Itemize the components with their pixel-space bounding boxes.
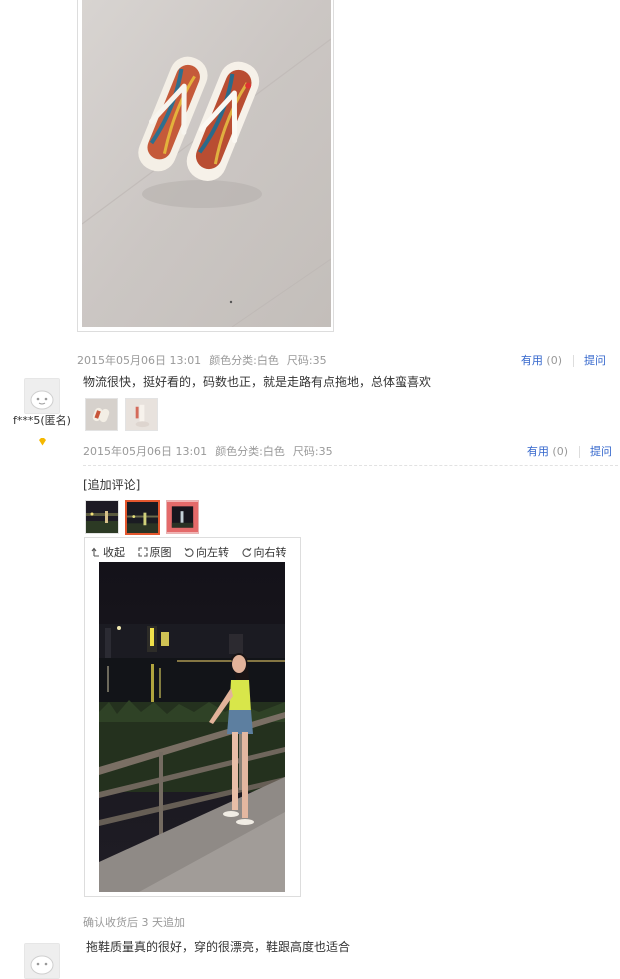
rotate-left-label: 向左转	[196, 546, 229, 559]
avatar[interactable]	[24, 378, 60, 414]
review-actions: 有用 (0) 提问	[527, 443, 612, 459]
separator	[578, 446, 580, 458]
useful-button[interactable]: 有用	[527, 445, 549, 458]
rotate-left-icon	[184, 547, 194, 557]
review-thumbnail[interactable]	[125, 398, 158, 431]
review-actions: 有用 (0) 提问	[521, 352, 606, 368]
followup-thumbnail[interactable]	[166, 500, 199, 534]
followup-thumbnail-selected[interactable]	[125, 500, 160, 535]
divider	[83, 465, 618, 466]
useful-count: (0)	[552, 445, 568, 458]
ask-button[interactable]: 提问	[590, 445, 612, 458]
ask-button[interactable]: 提问	[584, 354, 606, 367]
followup-photo[interactable]	[99, 562, 285, 892]
review-text: 物流很快，挺好看的，码数也正，就是走路有点拖地，总体蛮喜欢	[83, 375, 432, 389]
username[interactable]: f***5(匿名)	[13, 412, 71, 428]
review-color: 颜色分类:白色	[215, 445, 285, 458]
original-image-button[interactable]: 原图	[137, 544, 172, 560]
default-avatar-icon	[25, 379, 59, 413]
avatar[interactable]	[24, 943, 60, 979]
review-color: 颜色分类:白色	[209, 354, 279, 367]
image-viewer: 收起 原图 向左转 向右转	[84, 537, 301, 897]
separator	[572, 355, 574, 367]
review-date: 2015年05月06日 13:01	[77, 354, 202, 367]
followup-note: 确认收货后 3 天追加	[83, 916, 185, 929]
review-date: 2015年05月06日 13:01	[83, 445, 208, 458]
review-size: 尺码:35	[292, 445, 333, 458]
review-text: 拖鞋质量真的很好，穿的很漂亮，鞋跟高度也适合	[86, 940, 351, 954]
rotate-right-icon	[241, 547, 251, 557]
rotate-left-button[interactable]: 向左转	[184, 544, 229, 560]
collapse-icon	[91, 547, 99, 557]
review-thumbnail[interactable]	[85, 398, 118, 431]
followup-title: [追加评论]	[83, 478, 141, 492]
vip-diamond-icon	[38, 431, 47, 450]
review-size: 尺码:35	[286, 354, 327, 367]
sandals-photo	[82, 0, 331, 327]
original-image-label: 原图	[149, 546, 172, 559]
followup-thumbnail[interactable]	[85, 500, 119, 534]
expand-icon	[137, 547, 148, 557]
useful-button[interactable]: 有用	[521, 354, 543, 367]
rotate-right-label: 向右转	[253, 546, 287, 559]
collapse-label: 收起	[103, 546, 125, 559]
image-viewer-toolbar: 收起 原图 向左转 向右转	[91, 544, 296, 560]
review-photo-large[interactable]	[77, 0, 334, 332]
review-meta: 2015年05月06日 13:01 颜色分类:白色 尺码:35	[83, 443, 333, 459]
review-meta: 2015年05月06日 13:01 颜色分类:白色 尺码:35	[77, 352, 327, 368]
rotate-right-button[interactable]: 向右转	[241, 544, 287, 560]
useful-count: (0)	[546, 354, 562, 367]
collapse-button[interactable]: 收起	[91, 544, 125, 560]
default-avatar-icon	[25, 944, 59, 978]
